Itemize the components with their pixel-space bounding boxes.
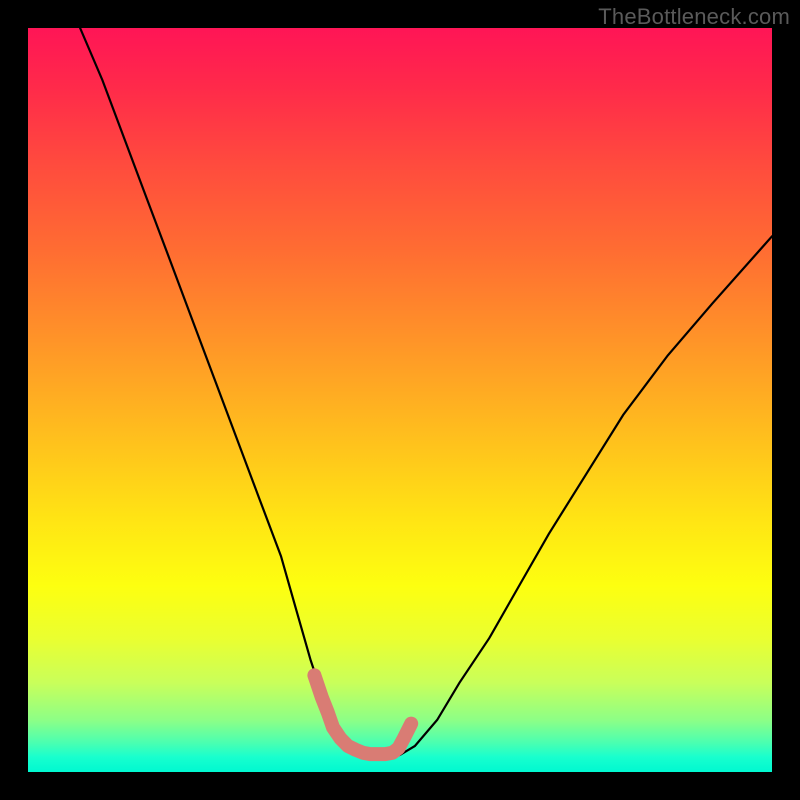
bottleneck-curve <box>80 28 772 757</box>
curve-svg <box>28 28 772 772</box>
plot-area <box>28 28 772 772</box>
watermark-text: TheBottleneck.com <box>598 4 790 30</box>
chart-frame: TheBottleneck.com <box>0 0 800 800</box>
min-region-highlight <box>314 675 411 754</box>
